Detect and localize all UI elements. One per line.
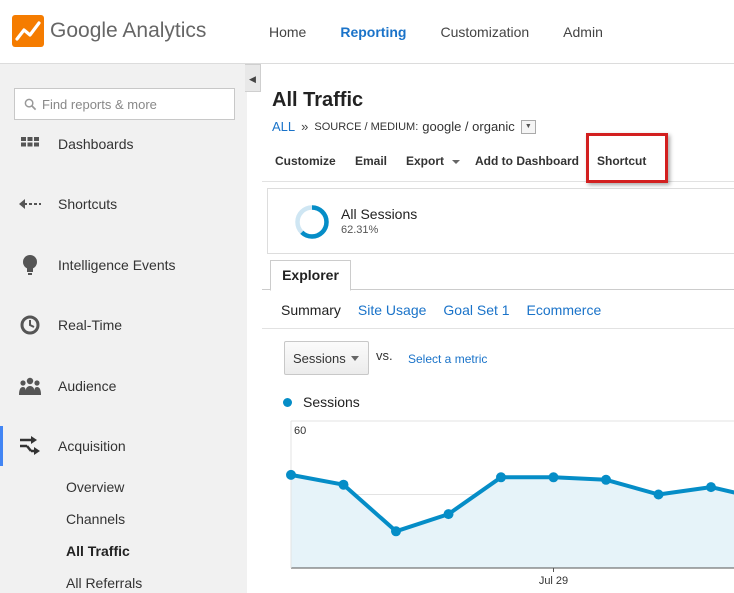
shortcut-arrow-icon [19, 193, 41, 215]
select-metric-link[interactable]: Select a metric [408, 352, 487, 366]
sessions-area [291, 474, 734, 568]
search-input[interactable] [42, 96, 222, 112]
sidebar-collapse-toggle[interactable]: ◀ [245, 64, 261, 92]
breadcrumb-dimension: SOURCE / MEDIUM: [314, 120, 419, 133]
metric-select-value: Sessions [293, 350, 346, 366]
sessions-point [601, 474, 611, 485]
sidebar-item-real-time[interactable]: Real-Time [0, 305, 247, 345]
analytics-logo-icon [12, 15, 44, 47]
add-to-dashboard-button[interactable]: Add to Dashboard [475, 154, 579, 168]
breadcrumb-all-link[interactable]: ALL [272, 119, 295, 134]
sidebar-item-label: Shortcuts [58, 196, 118, 212]
sidebar-item-intelligence-events[interactable]: Intelligence Events [0, 245, 247, 285]
breadcrumb-dropdown[interactable]: ▼ [520, 119, 536, 134]
subtab-summary[interactable]: Summary [281, 302, 341, 318]
app-logo[interactable]: Google Analytics [12, 14, 206, 48]
nav-home[interactable]: Home [252, 0, 323, 64]
divider [262, 328, 734, 329]
report-tabs: Explorer [262, 260, 734, 291]
clock-icon [19, 314, 41, 336]
caret-down-icon [351, 356, 359, 361]
y-tick-label: 60 [294, 425, 306, 437]
shortcut-highlight-box [586, 133, 668, 183]
top-nav: Home Reporting Customization Admin [252, 0, 620, 64]
top-header: Google Analytics Home Reporting Customiz… [0, 0, 734, 64]
page-title: All Traffic [272, 89, 364, 111]
tab-explorer[interactable]: Explorer [270, 260, 351, 291]
sidebar-item-label: Audience [58, 378, 117, 394]
customize-button[interactable]: Customize [275, 154, 336, 168]
sidebar-subitem-all-referrals[interactable]: All Referrals [66, 575, 142, 591]
breadcrumb-separator: » [301, 119, 309, 134]
nav-reporting[interactable]: Reporting [323, 0, 423, 64]
sidebar-item-label: Intelligence Events [58, 257, 176, 273]
sidebar-item-label: Real-Time [58, 317, 123, 333]
breadcrumb-value: google / organic [422, 119, 515, 134]
lightbulb-icon [19, 254, 41, 276]
export-button[interactable]: Export [406, 154, 461, 168]
sidebar-subitem-channels[interactable]: Channels [66, 511, 125, 527]
report-search[interactable] [14, 88, 235, 120]
search-icon [24, 98, 37, 110]
sessions-point [653, 489, 664, 500]
sidebar-subitem-all-traffic[interactable]: All Traffic [66, 543, 130, 559]
sessions-point [286, 469, 296, 480]
segment-percent: 62.31% [341, 224, 379, 236]
breadcrumb: ALL » SOURCE / MEDIUM: google / organic … [272, 119, 536, 134]
segment-card[interactable]: All Sessions 62.31% [267, 188, 734, 254]
segment-ring-icon [295, 205, 329, 239]
sidebar-item-shortcuts[interactable]: Shortcuts [0, 184, 247, 224]
nav-customization[interactable]: Customization [423, 0, 546, 64]
sessions-point [391, 526, 401, 537]
email-button[interactable]: Email [355, 154, 387, 168]
caret-down-icon [452, 159, 461, 164]
chevron-down-icon: ▼ [524, 123, 532, 130]
export-label: Export [406, 154, 445, 168]
sessions-point [496, 472, 506, 483]
chart-legend: Sessions [283, 394, 360, 410]
subtab-ecommerce[interactable]: Ecommerce [527, 302, 602, 318]
nav-admin[interactable]: Admin [546, 0, 620, 64]
explorer-subtabs: Summary Site Usage Goal Set 1 Ecommerce [281, 302, 618, 318]
sessions-point [443, 509, 454, 520]
metric-select[interactable]: Sessions [284, 341, 369, 375]
sidebar-item-label: Acquisition [58, 438, 126, 454]
segment-name: All Sessions [341, 206, 418, 222]
subtab-site-usage[interactable]: Site Usage [358, 302, 426, 318]
chevron-left-icon: ◀ [249, 74, 256, 84]
subtab-goal-set-1[interactable]: Goal Set 1 [443, 302, 509, 318]
vs-label: vs. [376, 348, 393, 363]
legend-dot-icon [283, 397, 292, 407]
sidebar-subitem-overview[interactable]: Overview [66, 479, 124, 495]
grid-icon [19, 133, 41, 155]
sessions-point [338, 479, 349, 490]
sidebar-item-acquisition[interactable]: Acquisition [0, 426, 247, 466]
x-tick-label: Jul 29 [539, 575, 568, 587]
sessions-chart: 3060Jul 29 [286, 420, 734, 587]
sessions-point [548, 472, 559, 483]
acquisition-arrows-icon [19, 435, 41, 457]
legend-label: Sessions [303, 394, 360, 410]
sidebar-item-audience[interactable]: Audience [0, 366, 247, 406]
sidebar: Dashboards Shortcuts Intelligence Events [0, 64, 247, 593]
app-name: Google Analytics [50, 19, 207, 42]
sidebar-item-dashboards[interactable]: Dashboards [0, 124, 247, 164]
sessions-point [706, 482, 716, 493]
people-icon [19, 375, 41, 397]
sidebar-item-label: Dashboards [58, 136, 134, 152]
